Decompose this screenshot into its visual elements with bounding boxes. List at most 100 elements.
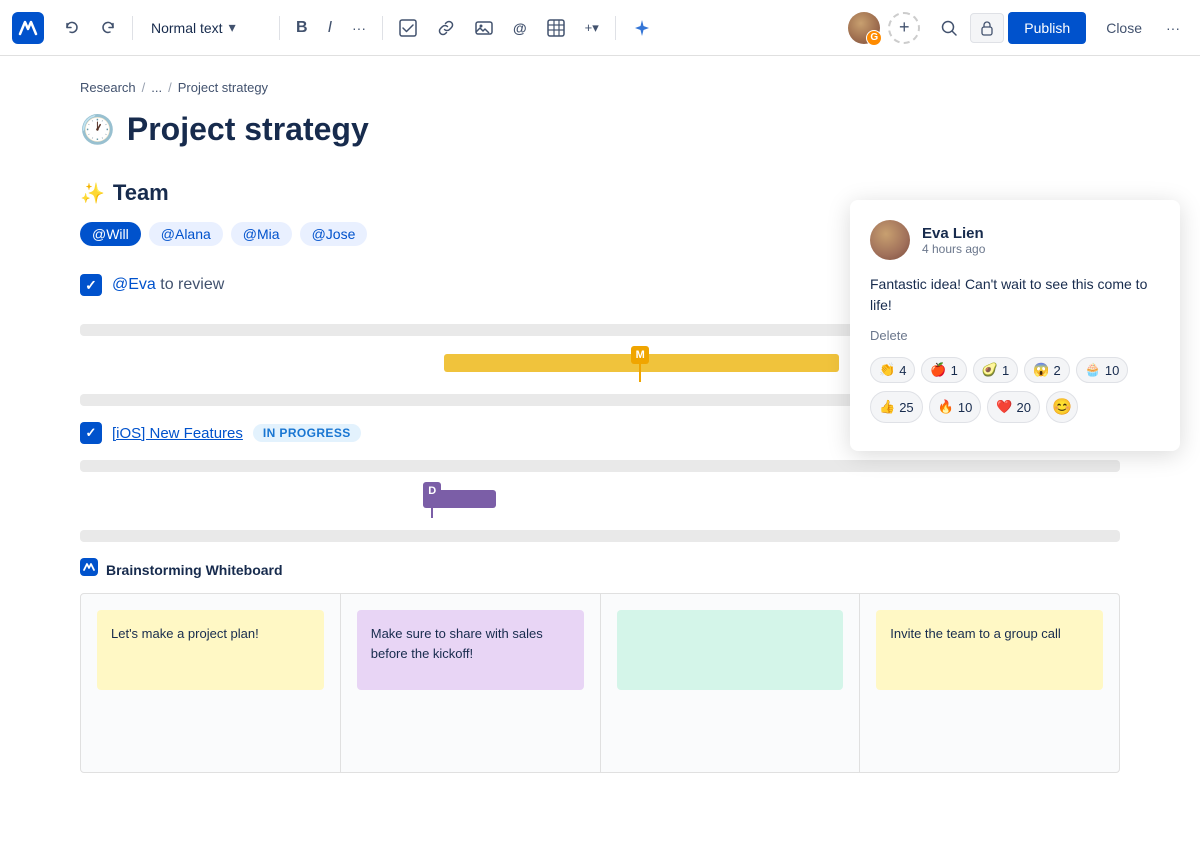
page-title[interactable]: Project strategy bbox=[127, 111, 369, 148]
toolbar-divider-1 bbox=[132, 16, 133, 40]
sticky-col-1: Let's make a project plan! bbox=[81, 594, 341, 772]
italic-button[interactable]: I bbox=[320, 13, 340, 43]
redo-button[interactable] bbox=[92, 14, 124, 42]
app-logo[interactable] bbox=[12, 12, 44, 44]
whiteboard-title: Brainstorming Whiteboard bbox=[106, 562, 283, 578]
task-button[interactable] bbox=[391, 13, 425, 43]
whiteboard-logo-icon bbox=[80, 558, 98, 581]
more-text-options-button[interactable]: ··· bbox=[344, 14, 374, 42]
breadcrumb-ellipsis[interactable]: ... bbox=[151, 80, 162, 95]
comment-delete-button[interactable]: Delete bbox=[870, 328, 1160, 343]
whiteboard-section: Brainstorming Whiteboard Let's make a pr… bbox=[80, 558, 1120, 773]
sticky-note-3[interactable] bbox=[617, 610, 844, 690]
comment-header: Eva Lien 4 hours ago bbox=[870, 220, 1160, 260]
clap-count: 4 bbox=[899, 363, 906, 378]
table-button[interactable] bbox=[539, 13, 573, 43]
marker-d-line bbox=[431, 500, 433, 518]
mention-will[interactable]: @Will bbox=[80, 222, 141, 246]
marker-m-label: M bbox=[631, 346, 649, 364]
avocado-emoji: 🥑 bbox=[982, 362, 998, 378]
restrictions-button[interactable] bbox=[970, 13, 1004, 43]
reaction-shock[interactable]: 😱 2 bbox=[1024, 357, 1069, 383]
page-title-area: 🕐 Project strategy bbox=[80, 111, 1120, 148]
comment-user-info: Eva Lien 4 hours ago bbox=[922, 225, 985, 256]
reactions-row-1: 👏 4 🍎 1 🥑 1 😱 2 🧁 10 bbox=[870, 357, 1160, 383]
gantt-row-5 bbox=[80, 530, 1120, 542]
publish-button[interactable]: Publish bbox=[1008, 12, 1086, 44]
toolbar-divider-3 bbox=[382, 16, 383, 40]
avatar-badge: G bbox=[866, 30, 882, 46]
page-title-icon: 🕐 bbox=[80, 113, 115, 146]
sticky-col-3 bbox=[601, 594, 861, 772]
add-reaction-button[interactable]: 😊 bbox=[1046, 391, 1078, 423]
insert-button[interactable]: +▾ bbox=[577, 14, 607, 42]
mention-button[interactable]: @ bbox=[505, 14, 535, 42]
search-button[interactable] bbox=[932, 13, 966, 43]
reaction-thumbsup[interactable]: 👍 25 bbox=[870, 391, 923, 423]
mention-alana[interactable]: @Alana bbox=[149, 222, 223, 246]
apple-count: 1 bbox=[951, 363, 958, 378]
feature-name[interactable]: [iOS] New Features bbox=[112, 425, 243, 442]
close-button[interactable]: Close bbox=[1094, 12, 1154, 44]
add-collaborator-button[interactable]: + bbox=[888, 12, 920, 44]
close-label: Close bbox=[1106, 20, 1142, 36]
breadcrumb-sep-2: / bbox=[168, 80, 172, 95]
sticky-note-1[interactable]: Let's make a project plan! bbox=[97, 610, 324, 690]
ai-button[interactable] bbox=[624, 12, 660, 44]
fire-emoji: 🔥 bbox=[938, 399, 954, 415]
breadcrumb-research[interactable]: Research bbox=[80, 80, 136, 95]
link-button[interactable] bbox=[429, 13, 463, 43]
reactions-row-2: 👍 25 🔥 10 ❤️ 20 😊 bbox=[870, 391, 1160, 423]
emoji-picker-icon: 😊 bbox=[1052, 397, 1072, 417]
more-options-button[interactable]: ··· bbox=[1158, 14, 1188, 42]
breadcrumb: Research / ... / Project strategy bbox=[80, 56, 1120, 111]
heart-emoji: ❤️ bbox=[996, 399, 1012, 415]
sticky-note-2[interactable]: Make sure to share with sales before the… bbox=[357, 610, 584, 690]
current-user-avatar: G bbox=[848, 12, 880, 44]
collaborators-area: G + bbox=[848, 12, 920, 44]
reaction-fire[interactable]: 🔥 10 bbox=[929, 391, 982, 423]
sticky-note-4[interactable]: Invite the team to a group call bbox=[876, 610, 1103, 690]
reaction-heart[interactable]: ❤️ 20 bbox=[987, 391, 1040, 423]
sparkle-icon: ✨ bbox=[80, 181, 105, 206]
publish-label: Publish bbox=[1024, 20, 1070, 36]
gantt-section-2: D bbox=[80, 460, 1120, 542]
content-area: Research / ... / Project strategy 🕐 Proj… bbox=[0, 56, 1200, 860]
gantt-marker-d: D bbox=[423, 482, 441, 518]
comment-user-name: Eva Lien bbox=[922, 225, 985, 242]
mention-mia[interactable]: @Mia bbox=[231, 222, 292, 246]
shock-emoji: 😱 bbox=[1033, 362, 1049, 378]
sticky-notes-area: Let's make a project plan! Make sure to … bbox=[80, 593, 1120, 773]
commenter-avatar bbox=[870, 220, 910, 260]
bold-button[interactable]: B bbox=[288, 13, 316, 43]
task-mention[interactable]: @Eva bbox=[112, 276, 156, 293]
reaction-cupcake[interactable]: 🧁 10 bbox=[1076, 357, 1129, 383]
shock-count: 2 bbox=[1053, 363, 1060, 378]
commenter-avatar-image bbox=[870, 220, 910, 260]
reaction-clap[interactable]: 👏 4 bbox=[870, 357, 915, 383]
comment-popup: Eva Lien 4 hours ago Fantastic idea! Can… bbox=[850, 200, 1180, 451]
mention-jose[interactable]: @Jose bbox=[300, 222, 368, 246]
gantt-row-4 bbox=[80, 460, 1120, 472]
sticky-col-4: Invite the team to a group call bbox=[860, 594, 1119, 772]
undo-button[interactable] bbox=[56, 14, 88, 42]
gantt-marker-m: M bbox=[631, 346, 649, 382]
heart-count: 20 bbox=[1017, 400, 1031, 415]
feature-checkbox[interactable] bbox=[80, 422, 102, 444]
insert-label: +▾ bbox=[585, 20, 599, 36]
task-checkbox[interactable] bbox=[80, 274, 102, 296]
thumbsup-count: 25 bbox=[899, 400, 913, 415]
reaction-avocado[interactable]: 🥑 1 bbox=[973, 357, 1018, 383]
marker-m-line bbox=[639, 364, 641, 382]
toolbar-divider-2 bbox=[279, 16, 280, 40]
team-heading-label: Team bbox=[113, 180, 169, 206]
toolbar: Normal text ▾ B I ··· @ +▾ bbox=[0, 0, 1200, 56]
task-label: to review bbox=[160, 276, 224, 293]
marker-d-label: D bbox=[423, 482, 441, 500]
image-button[interactable] bbox=[467, 13, 501, 43]
task-text: @Eva to review bbox=[112, 276, 224, 294]
reaction-apple[interactable]: 🍎 1 bbox=[921, 357, 966, 383]
text-style-selector[interactable]: Normal text ▾ bbox=[141, 13, 271, 42]
text-style-label: Normal text bbox=[151, 20, 223, 36]
chevron-down-icon: ▾ bbox=[229, 19, 236, 36]
